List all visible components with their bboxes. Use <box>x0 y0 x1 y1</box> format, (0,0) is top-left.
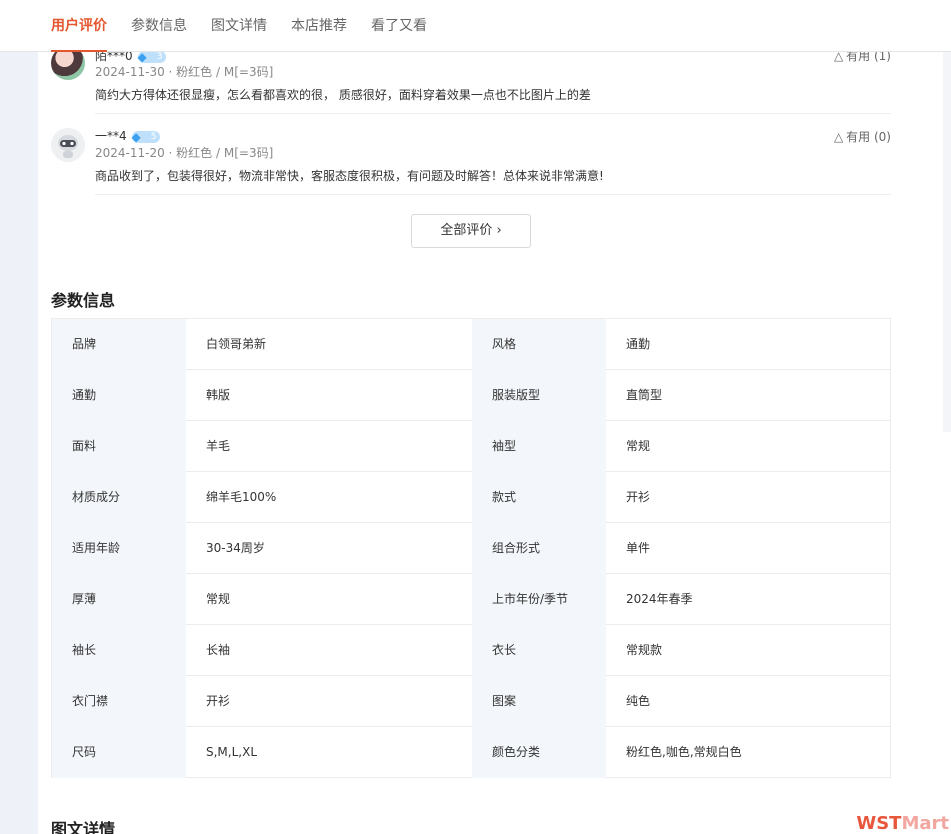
thumbs-up-icon: △ <box>833 130 844 144</box>
param-key: 品牌 <box>52 319 186 370</box>
params-row: 厚薄 常规 上市年份/季节 2024年春季 <box>52 574 890 625</box>
param-value: 开衫 <box>626 490 651 504</box>
params-row: 袖长 长袖 衣长 常规款 <box>52 625 890 676</box>
param-key: 风格 <box>472 319 606 370</box>
detail-section-title: 图文详情 <box>51 820 116 834</box>
product-tab-bar: 用户评价 参数信息 图文详情 本店推荐 看了又看 <box>0 0 951 52</box>
diamond-icon: ◆ <box>131 129 141 144</box>
review-item: 一**4 ◆ 5 2024-11-20 · 粉红色 / M[=3码] 商品收到了，… <box>51 124 891 195</box>
param-value: 白领哥弟新 <box>206 337 267 351</box>
vip-level: 3 <box>156 51 163 62</box>
param-value: 纯色 <box>626 694 651 708</box>
param-key: 材质成分 <box>52 472 186 523</box>
tab-user-reviews[interactable]: 用户评价 <box>51 16 107 52</box>
tab-shop-recommend[interactable]: 本店推荐 <box>291 16 347 36</box>
review-username: 一**4 ◆ 5 <box>95 127 161 144</box>
useful-label: 有用 (0) <box>846 130 891 144</box>
param-key: 袖型 <box>472 421 606 472</box>
params-row: 适用年龄 30-34周岁 组合形式 单件 <box>52 523 890 574</box>
robot-avatar-icon <box>51 128 85 162</box>
user-avatar <box>51 128 85 162</box>
review-text: 商品收到了，包装得很好，物流非常快，客服态度很积极，有问题及时解答！总体来说非常… <box>95 169 604 183</box>
params-row: 通勤 韩版 服装版型 直筒型 <box>52 370 890 421</box>
review-item: 陌***0 ◆ 3 2024-11-30 · 粉红色 / M[=3码] 简约大方得… <box>51 44 891 114</box>
param-value: 粉红色,咖色,常规白色 <box>626 745 742 759</box>
params-row: 品牌 白领哥弟新 风格 通勤 <box>52 319 890 370</box>
params-section-title: 参数信息 <box>51 291 116 310</box>
params-row: 面料 羊毛 袖型 常规 <box>52 421 890 472</box>
tab-params[interactable]: 参数信息 <box>131 16 187 36</box>
tab-details[interactable]: 图文详情 <box>211 16 267 36</box>
all-reviews-button[interactable]: 全部评价 › <box>411 214 531 248</box>
review-divider <box>95 194 891 195</box>
param-value: 常规 <box>206 592 231 606</box>
review-text: 简约大方得体还很显瘦，怎么看都喜欢的很， 质感很好，面料穿着效果一点也不比图片上… <box>95 88 591 102</box>
param-key: 衣门襟 <box>52 676 186 727</box>
brand-logo: WSTMart <box>856 813 949 834</box>
param-key: 通勤 <box>52 370 186 421</box>
tab-also-viewed[interactable]: 看了又看 <box>371 16 427 36</box>
param-value: 长袖 <box>206 643 231 657</box>
params-table: 品牌 白领哥弟新 风格 通勤 通勤 韩版 服装版型 直筒型 面料 羊毛 袖型 常… <box>51 318 891 778</box>
param-key: 适用年龄 <box>52 523 186 574</box>
param-value: 30-34周岁 <box>206 541 265 555</box>
vip-level-badge: ◆ 5 <box>131 129 161 144</box>
review-meta: 2024-11-30 · 粉红色 / M[=3码] <box>95 65 274 79</box>
vip-level: 5 <box>150 131 157 142</box>
param-value: 通勤 <box>626 337 651 351</box>
param-key: 面料 <box>52 421 186 472</box>
param-key: 袖长 <box>52 625 186 676</box>
param-key: 组合形式 <box>472 523 606 574</box>
param-value: 羊毛 <box>206 439 231 453</box>
params-row: 尺码 S,M,L,XL 颜色分类 粉红色,咖色,常规白色 <box>52 727 890 778</box>
param-key: 上市年份/季节 <box>472 574 606 625</box>
product-detail-page: 陌***0 ◆ 3 2024-11-30 · 粉红色 / M[=3码] 简约大方得… <box>0 0 951 834</box>
useful-button[interactable]: △ 有用 (0) <box>834 128 891 145</box>
param-value: 常规 <box>626 439 651 453</box>
username-text: 一**4 <box>95 129 127 143</box>
param-key: 图案 <box>472 676 606 727</box>
param-key: 颜色分类 <box>472 727 606 778</box>
brand-ws: WST <box>856 813 902 834</box>
param-value: 单件 <box>626 541 651 555</box>
param-key: 款式 <box>472 472 606 523</box>
param-key: 厚薄 <box>52 574 186 625</box>
review-divider <box>95 113 891 114</box>
params-row: 材质成分 绵羊毛100% 款式 开衫 <box>52 472 890 523</box>
param-value: 常规款 <box>626 643 663 657</box>
param-value: 直筒型 <box>626 388 663 402</box>
right-scroll-rail[interactable] <box>943 52 951 432</box>
param-value: 2024年春季 <box>626 592 693 606</box>
param-key: 衣长 <box>472 625 606 676</box>
params-row: 衣门襟 开衫 图案 纯色 <box>52 676 890 727</box>
param-value: 韩版 <box>206 388 231 402</box>
review-meta: 2024-11-20 · 粉红色 / M[=3码] <box>95 146 274 160</box>
brand-mart: Mart <box>901 813 949 834</box>
param-value: S,M,L,XL <box>206 745 258 759</box>
vip-level-badge: ◆ 3 <box>137 50 167 64</box>
param-key: 服装版型 <box>472 370 606 421</box>
param-key: 尺码 <box>52 727 186 778</box>
param-value: 开衫 <box>206 694 231 708</box>
param-value: 绵羊毛100% <box>206 490 277 504</box>
